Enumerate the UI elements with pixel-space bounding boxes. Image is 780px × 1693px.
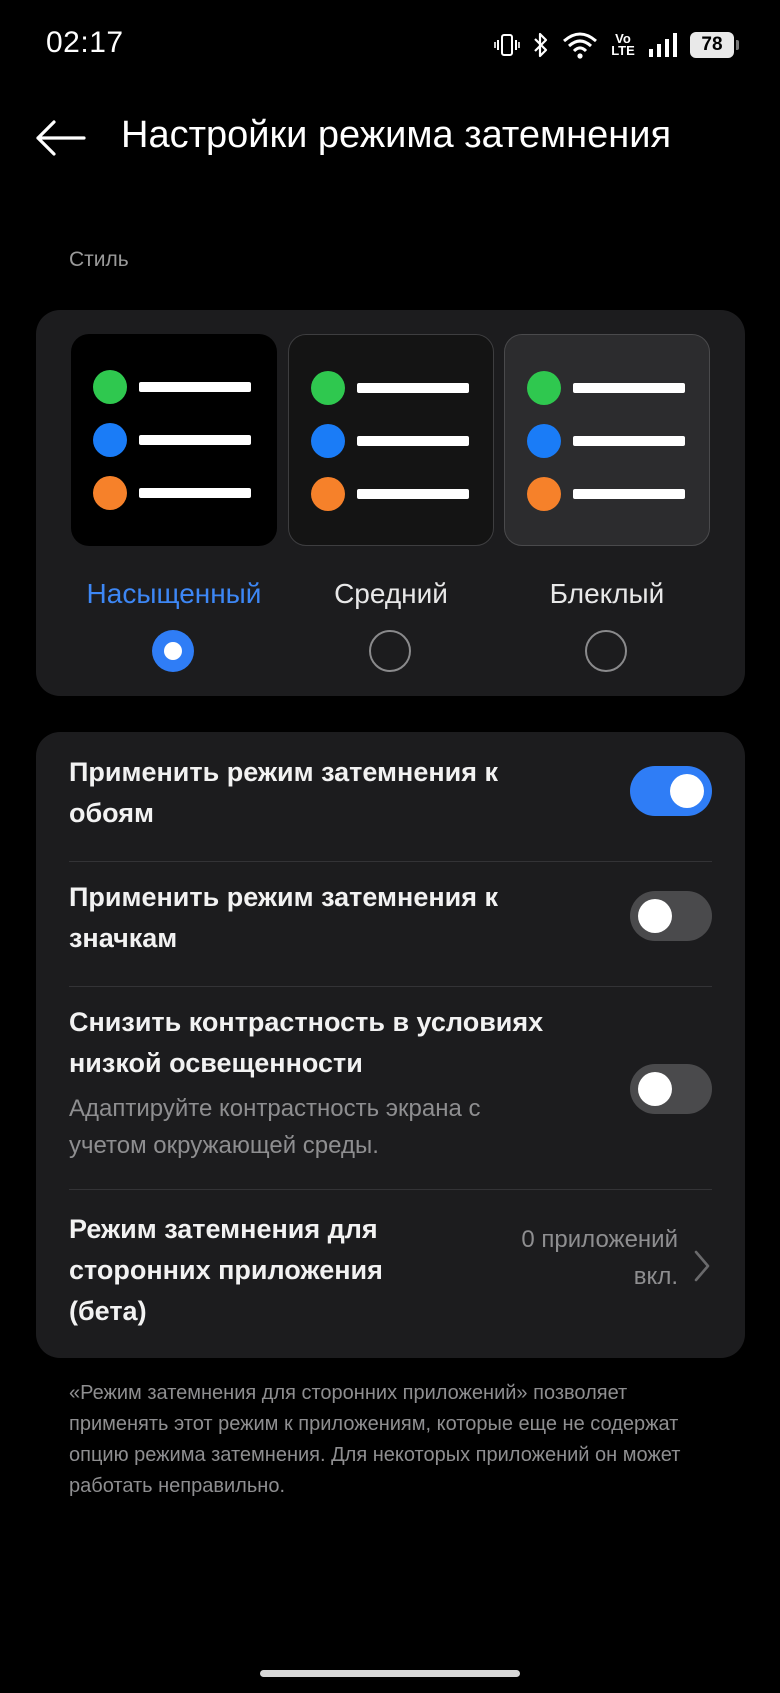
preview-row [311,477,469,511]
preview-line [357,436,469,446]
style-option-faded[interactable]: Блеклый [504,334,710,672]
setting-row-contrast[interactable]: Снизить контрастность в условиях низкой … [69,1007,712,1176]
style-option-label: Средний [334,578,448,609]
style-option-medium[interactable]: Средний [288,334,494,672]
setting-title: Применить режим затемнения к обоям [69,757,499,828]
divider [69,861,712,862]
blue-dot [527,424,561,458]
page-title: Настройки режима затемнения [121,114,672,156]
back-arrow-icon [36,120,86,156]
status-icons: Vo LTE 78 [494,28,739,62]
preview-row [527,477,685,511]
blue-dot [93,423,127,457]
toggle-knob [638,899,672,933]
preview-row [527,371,685,405]
setting-value: 0 приложений вкл. [521,1226,678,1290]
preview-line [573,383,685,393]
style-option-label: Насыщенный [86,578,262,609]
preview-line [139,382,251,392]
wifi-icon [562,31,598,59]
toggle-contrast[interactable] [630,1064,712,1114]
toggle-wallpaper[interactable] [630,766,712,816]
preview-line [357,489,469,499]
radio-saturated[interactable] [152,630,194,672]
vibrate-icon [494,32,520,58]
setting-description: Адаптируйте контрастность экрана с учето… [69,1095,481,1159]
preview-line [357,383,469,393]
volte-bottom: LTE [611,43,635,58]
toggle-knob [670,774,704,808]
preview-line [139,435,251,445]
setting-row-third-party-apps[interactable]: Режим затемнения для сторонних приложени… [69,1212,712,1336]
header: Настройки режима затемнения [0,100,780,180]
divider [69,986,712,987]
preview-line [139,488,251,498]
setting-title: Применить режим затемнения к значкам [69,882,499,953]
orange-dot [527,477,561,511]
status-bar: 02:17 Vo LTE 78 [0,0,780,90]
radio-faded[interactable] [585,630,627,672]
style-preview-medium [288,334,494,546]
blue-dot [311,424,345,458]
preview-row [93,476,251,510]
bluetooth-icon [532,31,550,59]
preview-row [527,424,685,458]
preview-line [573,436,685,446]
green-dot [311,371,345,405]
toggle-icons[interactable] [630,891,712,941]
orange-dot [311,477,345,511]
preview-line [573,489,685,499]
home-indicator[interactable] [260,1670,520,1677]
volte-icon: Vo LTE [610,32,636,58]
toggle-knob [638,1072,672,1106]
chevron-right-icon [694,1250,710,1282]
signal-icon [648,32,678,58]
setting-row-wallpaper[interactable]: Применить режим затемнения к обоям [69,757,712,828]
style-option-saturated[interactable]: Насыщенный [71,334,277,672]
orange-dot [93,476,127,510]
style-preview-faded [504,334,710,546]
setting-title: Режим затемнения для сторонних приложени… [69,1214,383,1326]
preview-row [311,371,469,405]
radio-medium[interactable] [369,630,411,672]
setting-row-icons[interactable]: Применить режим затемнения к значкам [69,882,712,953]
section-label-style: Стиль [69,248,129,271]
green-dot [93,370,127,404]
settings-card: Применить режим затемнения к обоям Приме… [36,732,745,1358]
style-preview-saturated [71,334,277,546]
preview-row [311,424,469,458]
battery-icon: 78 [690,32,739,58]
divider [69,1189,712,1190]
status-time: 02:17 [46,26,124,59]
back-button[interactable] [34,116,88,160]
footer-note: «Режим затемнения для сторонних приложен… [69,1382,681,1497]
setting-title: Снизить контрастность в условиях низкой … [69,1007,544,1078]
style-card: Насыщенный Средний Блеклый [36,310,745,696]
preview-row [93,423,251,457]
green-dot [527,371,561,405]
preview-row [93,370,251,404]
style-option-label: Блеклый [549,578,665,609]
